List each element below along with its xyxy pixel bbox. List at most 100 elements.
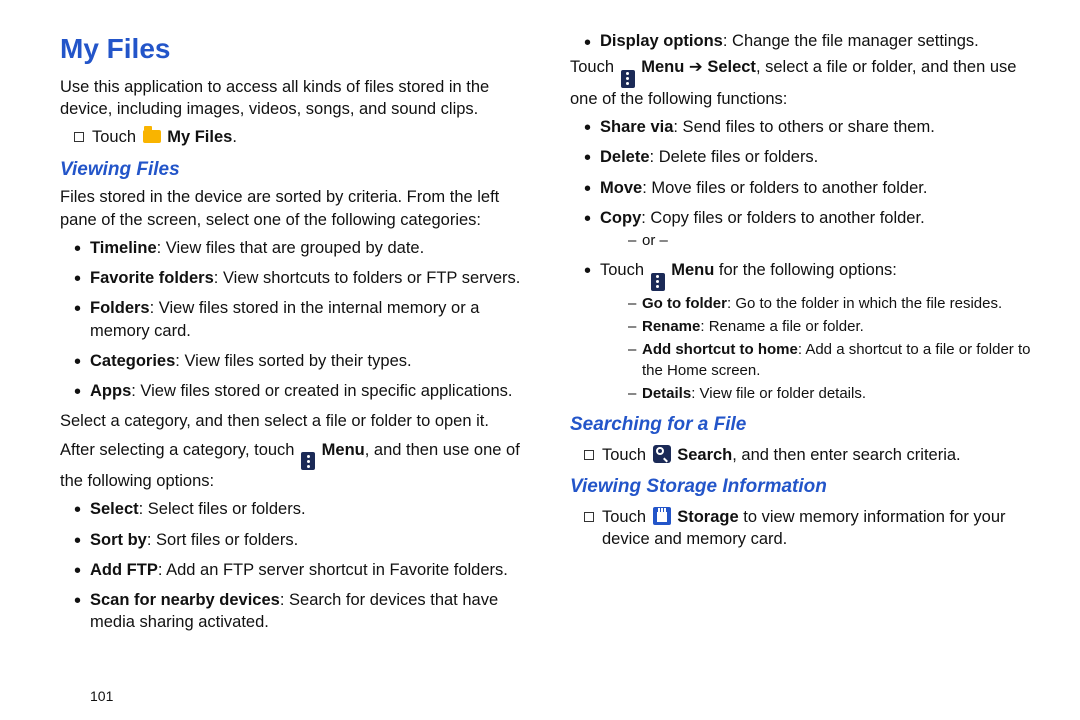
functions-list: Share via: Send files to others or share… xyxy=(570,116,1040,404)
list-item: Select: Select files or folders. xyxy=(76,498,530,520)
list-item: Categories: View files sorted by their t… xyxy=(76,350,530,372)
text: : Send files to others or share them. xyxy=(673,118,934,136)
text: Touch xyxy=(602,508,651,526)
list-item: Go to folder: Go to the folder in which … xyxy=(628,294,1040,314)
search-text: Touch Search, and then enter search crit… xyxy=(602,444,961,466)
menu-select-text: Touch Menu ➔ Select, select a file or fo… xyxy=(570,56,1040,110)
list-item: Rename: Rename a file or folder. xyxy=(628,317,1040,337)
subheading-storage: Viewing Storage Information xyxy=(570,474,1040,500)
list-item: Favorite folders: View shortcuts to fold… xyxy=(76,267,530,289)
text: Touch xyxy=(570,58,619,76)
search-label: Search xyxy=(677,446,732,464)
text: . xyxy=(232,128,237,146)
label: Scan for nearby devices xyxy=(90,591,280,609)
list-item: Sort by: Sort files or folders. xyxy=(76,529,530,551)
square-bullet-icon xyxy=(584,450,594,460)
storage-label: Storage xyxy=(677,508,738,526)
menu-icon xyxy=(651,273,665,291)
label: Sort by xyxy=(90,531,147,549)
menu-label: Menu xyxy=(671,261,714,279)
label: Add shortcut to home xyxy=(642,341,798,358)
text: for the following options: xyxy=(714,261,897,279)
intro-text: Use this application to access all kinds… xyxy=(60,76,530,121)
label: Folders xyxy=(90,299,150,317)
text: : View shortcuts to folders or FTP serve… xyxy=(214,269,521,287)
list-item: Share via: Send files to others or share… xyxy=(586,116,1040,138)
square-bullet-icon xyxy=(74,132,84,142)
list-item: Scan for nearby devices: Search for devi… xyxy=(76,589,530,634)
square-bullet-icon xyxy=(584,512,594,522)
myfiles-label: My Files xyxy=(167,128,232,146)
label: Display options xyxy=(600,32,723,50)
storage-row: Touch Storage to view memory information… xyxy=(584,506,1040,551)
label: Share via xyxy=(600,118,673,136)
page-title: My Files xyxy=(60,30,530,68)
storage-text: Touch Storage to view memory information… xyxy=(602,506,1040,551)
text: : Select files or folders. xyxy=(139,500,306,518)
text: After selecting a category, touch xyxy=(60,441,299,459)
text: : Go to the folder in which the file res… xyxy=(727,295,1002,312)
list-item: Details: View file or folder details. xyxy=(628,384,1040,404)
touch-myfiles-row: Touch My Files. xyxy=(74,126,530,148)
menu-icon xyxy=(301,452,315,470)
list-item: Add shortcut to home: Add a shortcut to … xyxy=(628,340,1040,381)
label: Add FTP xyxy=(90,561,158,579)
manual-page: My Files Use this application to access … xyxy=(0,0,1080,675)
label: Copy xyxy=(600,209,641,227)
sub-options-list: Go to folder: Go to the folder in which … xyxy=(600,294,1040,404)
list-item: Folders: View files stored in the intern… xyxy=(76,297,530,342)
text: Touch xyxy=(600,261,649,279)
or-separator: or – xyxy=(628,231,1040,251)
list-item: Copy: Copy files or folders to another f… xyxy=(586,207,1040,252)
text: : Move files or folders to another folde… xyxy=(642,179,927,197)
label: Categories xyxy=(90,352,175,370)
menu-icon xyxy=(621,70,635,88)
subheading-viewing-files: Viewing Files xyxy=(60,157,530,183)
text: : Delete files or folders. xyxy=(650,148,819,166)
text: , select a file or folder, and then use … xyxy=(570,58,1016,108)
list-item: Add FTP: Add an FTP server shortcut in F… xyxy=(76,559,530,581)
text: or – xyxy=(642,232,668,249)
label: Timeline xyxy=(90,239,157,257)
menu-label: Menu xyxy=(641,58,684,76)
label: Apps xyxy=(90,382,131,400)
label: Select xyxy=(90,500,139,518)
text: : Sort files or folders. xyxy=(147,531,298,549)
list-item: Apps: View files stored or created in sp… xyxy=(76,380,530,402)
text: , and then enter search criteria. xyxy=(732,446,960,464)
category-list: Timeline: View files that are grouped by… xyxy=(60,237,530,403)
text: : View files that are grouped by date. xyxy=(157,239,425,257)
search-row: Touch Search, and then enter search crit… xyxy=(584,444,1040,466)
search-icon xyxy=(653,445,671,463)
after-select-text: After selecting a category, touch Menu, … xyxy=(60,439,530,493)
label: Details xyxy=(642,385,691,402)
folder-icon xyxy=(143,130,161,143)
list-item: Timeline: View files that are grouped by… xyxy=(76,237,530,259)
storage-icon xyxy=(653,507,671,525)
text: : Change the file manager settings. xyxy=(723,32,979,50)
text: : Rename a file or folder. xyxy=(700,318,863,335)
arrow-icon: ➔ xyxy=(684,58,707,76)
text: : View file or folder details. xyxy=(691,385,866,402)
text: Touch xyxy=(602,446,651,464)
page-number: 101 xyxy=(90,688,113,704)
text: : Add an FTP server shortcut in Favorite… xyxy=(158,561,508,579)
label: Delete xyxy=(600,148,650,166)
label: Favorite folders xyxy=(90,269,214,287)
list-item: Move: Move files or folders to another f… xyxy=(586,177,1040,199)
viewing-intro: Files stored in the device are sorted by… xyxy=(60,186,530,231)
list-item: Display options: Change the file manager… xyxy=(586,30,1040,52)
subheading-searching: Searching for a File xyxy=(570,412,1040,438)
label: Move xyxy=(600,179,642,197)
touch-myfiles-text: Touch My Files. xyxy=(92,126,237,148)
select-label: Select xyxy=(707,58,756,76)
menu-label: Menu xyxy=(322,441,365,459)
text: : View files stored or created in specif… xyxy=(131,382,512,400)
label: Go to folder xyxy=(642,295,727,312)
text: Touch xyxy=(92,128,141,146)
text: : Copy files or folders to another folde… xyxy=(641,209,924,227)
list-item: Touch Menu for the following options: Go… xyxy=(586,259,1040,404)
text: : View files sorted by their types. xyxy=(175,352,411,370)
list-item: Delete: Delete files or folders. xyxy=(586,146,1040,168)
label: Rename xyxy=(642,318,700,335)
